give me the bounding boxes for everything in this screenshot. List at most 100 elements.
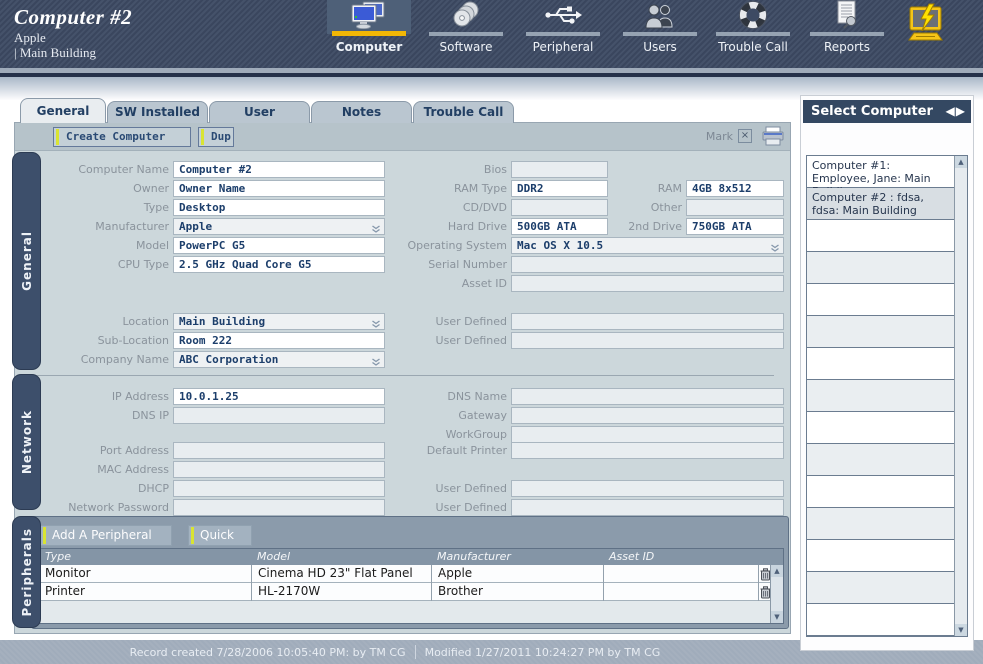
field-label: Port Address <box>19 442 169 459</box>
section-tab-label: Peripherals <box>20 528 34 617</box>
type-field[interactable]: Desktop <box>173 199 385 216</box>
scroll-down-icon[interactable]: ▼ <box>771 611 783 623</box>
nav-underline <box>716 32 790 36</box>
mark-checkbox[interactable]: × <box>738 129 752 143</box>
sidebar-scrollbar[interactable]: ▲ ▼ <box>954 156 967 636</box>
page-title: Computer #2 <box>14 5 132 30</box>
nav-item-trouble-call[interactable]: Trouble Call <box>711 0 795 60</box>
form-toolbar: Create Computer Dup Mark × <box>15 123 790 151</box>
computer-name-field[interactable]: Computer #2 <box>173 161 385 178</box>
sub-location-field[interactable]: Room 222 <box>173 332 385 349</box>
manufacturer-dropdown[interactable]: Apple <box>173 218 385 235</box>
list-slot <box>807 348 955 380</box>
user-defined-field[interactable] <box>511 480 784 497</box>
scroll-up-icon[interactable]: ▲ <box>955 156 967 168</box>
gateway-field[interactable] <box>511 407 784 424</box>
tab-user[interactable]: User <box>209 101 310 123</box>
list-item[interactable]: Computer #1: Employee, Jane: Main Buildi… <box>807 156 955 188</box>
select-computer-sidebar: Select Computer ◀▶ Computer #1: Employee… <box>800 95 974 651</box>
nav-underline <box>526 32 600 36</box>
asset-id-field[interactable] <box>511 275 784 292</box>
create-computer-button[interactable]: Create Computer <box>53 127 191 147</box>
port-address-field[interactable] <box>173 442 385 459</box>
second-drive-field[interactable]: 750GB ATA <box>686 218 784 235</box>
add-peripheral-button[interactable]: Add A Peripheral <box>40 525 172 546</box>
nav-item-users[interactable]: Users <box>618 0 702 60</box>
cpu-type-field[interactable]: 2.5 GHz Quad Core G5 <box>173 256 385 273</box>
peripherals-table-header: Type Model Manufacturer Asset ID <box>39 549 783 565</box>
nav-item-reports[interactable]: Reports <box>805 0 889 60</box>
section-tab-peripherals[interactable]: Peripherals <box>12 516 41 628</box>
field-label: Gateway <box>391 407 507 424</box>
nav-item-computer[interactable]: Computer <box>327 0 411 60</box>
scroll-up-icon[interactable]: ▲ <box>771 565 783 577</box>
table-row[interactable]: Printer HL-2170W Brother <box>39 583 783 601</box>
peripherals-table: Type Model Manufacturer Asset ID Monitor… <box>38 548 784 624</box>
operating-system-dropdown[interactable]: Mac OS X 10.5 <box>511 237 784 254</box>
table-row[interactable]: Monitor Cinema HD 23" Flat Panel Apple <box>39 565 783 583</box>
scroll-down-icon[interactable]: ▼ <box>955 624 967 636</box>
mac-address-field[interactable] <box>173 461 385 478</box>
serial-number-field[interactable] <box>511 256 784 273</box>
arrow-right-icon[interactable]: ▶ <box>956 104 966 118</box>
status-text: Record created 7/28/2006 10:05:40 PM: by… <box>0 640 790 664</box>
status-divider <box>415 645 416 659</box>
list-slot <box>807 508 955 540</box>
sidebar-title: Select Computer <box>811 104 933 119</box>
list-item-selected[interactable]: Computer #2 : fdsa, fdsa: Main Building <box>807 188 955 220</box>
field-value: ABC Corporation <box>179 353 278 366</box>
section-tab-general[interactable]: General <box>12 152 41 370</box>
location-dropdown[interactable]: Main Building <box>173 313 385 330</box>
field-label: DNS IP <box>19 407 169 424</box>
nav-item-peripheral[interactable]: Peripheral <box>521 0 605 60</box>
bios-field[interactable] <box>511 161 608 178</box>
tab-trouble-call[interactable]: Trouble Call <box>413 101 514 123</box>
dup-button[interactable]: Dup <box>198 127 234 147</box>
list-slot <box>807 540 955 572</box>
table-scrollbar[interactable]: ▲ ▼ <box>770 565 783 623</box>
ram-type-field[interactable]: DDR2 <box>511 180 608 197</box>
user-defined-field[interactable] <box>511 499 784 516</box>
quick-add-button[interactable]: Quick Add <box>188 525 252 546</box>
hard-drive-field[interactable]: 500GB ATA <box>511 218 608 235</box>
default-printer-field[interactable] <box>511 442 784 459</box>
dns-name-field[interactable] <box>511 388 784 405</box>
sidebar-nav-arrows[interactable]: ◀▶ <box>946 100 966 123</box>
list-slot <box>807 284 955 316</box>
network-password-field[interactable] <box>173 499 385 516</box>
list-slot <box>807 412 955 444</box>
nav-label: Users <box>618 40 702 54</box>
print-icon[interactable] <box>761 126 785 147</box>
tab-general[interactable]: General <box>20 98 106 123</box>
ram-field[interactable]: 4GB 8x512 <box>686 180 784 197</box>
field-label: Default Printer <box>391 442 507 459</box>
other-field[interactable] <box>686 199 784 216</box>
field-value: Apple <box>179 220 212 233</box>
field-label: Serial Number <box>391 256 507 273</box>
field-label: Asset ID <box>391 275 507 292</box>
field-label: Sub-Location <box>19 332 169 349</box>
cell-model: HL-2170W <box>251 583 431 601</box>
arrow-left-icon[interactable]: ◀ <box>946 104 956 118</box>
section-tab-network[interactable]: Network <box>12 374 41 510</box>
tab-sw-installed[interactable]: SW Installed <box>107 101 208 123</box>
user-defined-field[interactable] <box>511 332 784 349</box>
tab-notes[interactable]: Notes <box>311 101 412 123</box>
company-name-dropdown[interactable]: ABC Corporation <box>173 351 385 368</box>
ip-address-field[interactable]: 10.0.1.25 <box>173 388 385 405</box>
workgroup-field[interactable] <box>511 426 784 443</box>
field-label: Manufacturer <box>19 218 169 235</box>
field-label: Type <box>19 199 169 216</box>
nav-underline <box>810 32 884 36</box>
owner-field[interactable]: Owner Name <box>173 180 385 197</box>
field-value: Main Building <box>179 315 265 328</box>
dns-ip-field[interactable] <box>173 407 385 424</box>
cd-dvd-field[interactable] <box>511 199 608 216</box>
list-item-label: Computer #2 : fdsa, fdsa: Main Building <box>812 191 924 217</box>
model-field[interactable]: PowerPC G5 <box>173 237 385 254</box>
computer-listbox[interactable]: Computer #1: Employee, Jane: Main Buildi… <box>806 155 968 637</box>
dhcp-field[interactable] <box>173 480 385 497</box>
user-defined-field[interactable] <box>511 313 784 330</box>
nav-item-software[interactable]: Software <box>424 0 508 60</box>
quick-launch-icon[interactable] <box>901 2 951 50</box>
